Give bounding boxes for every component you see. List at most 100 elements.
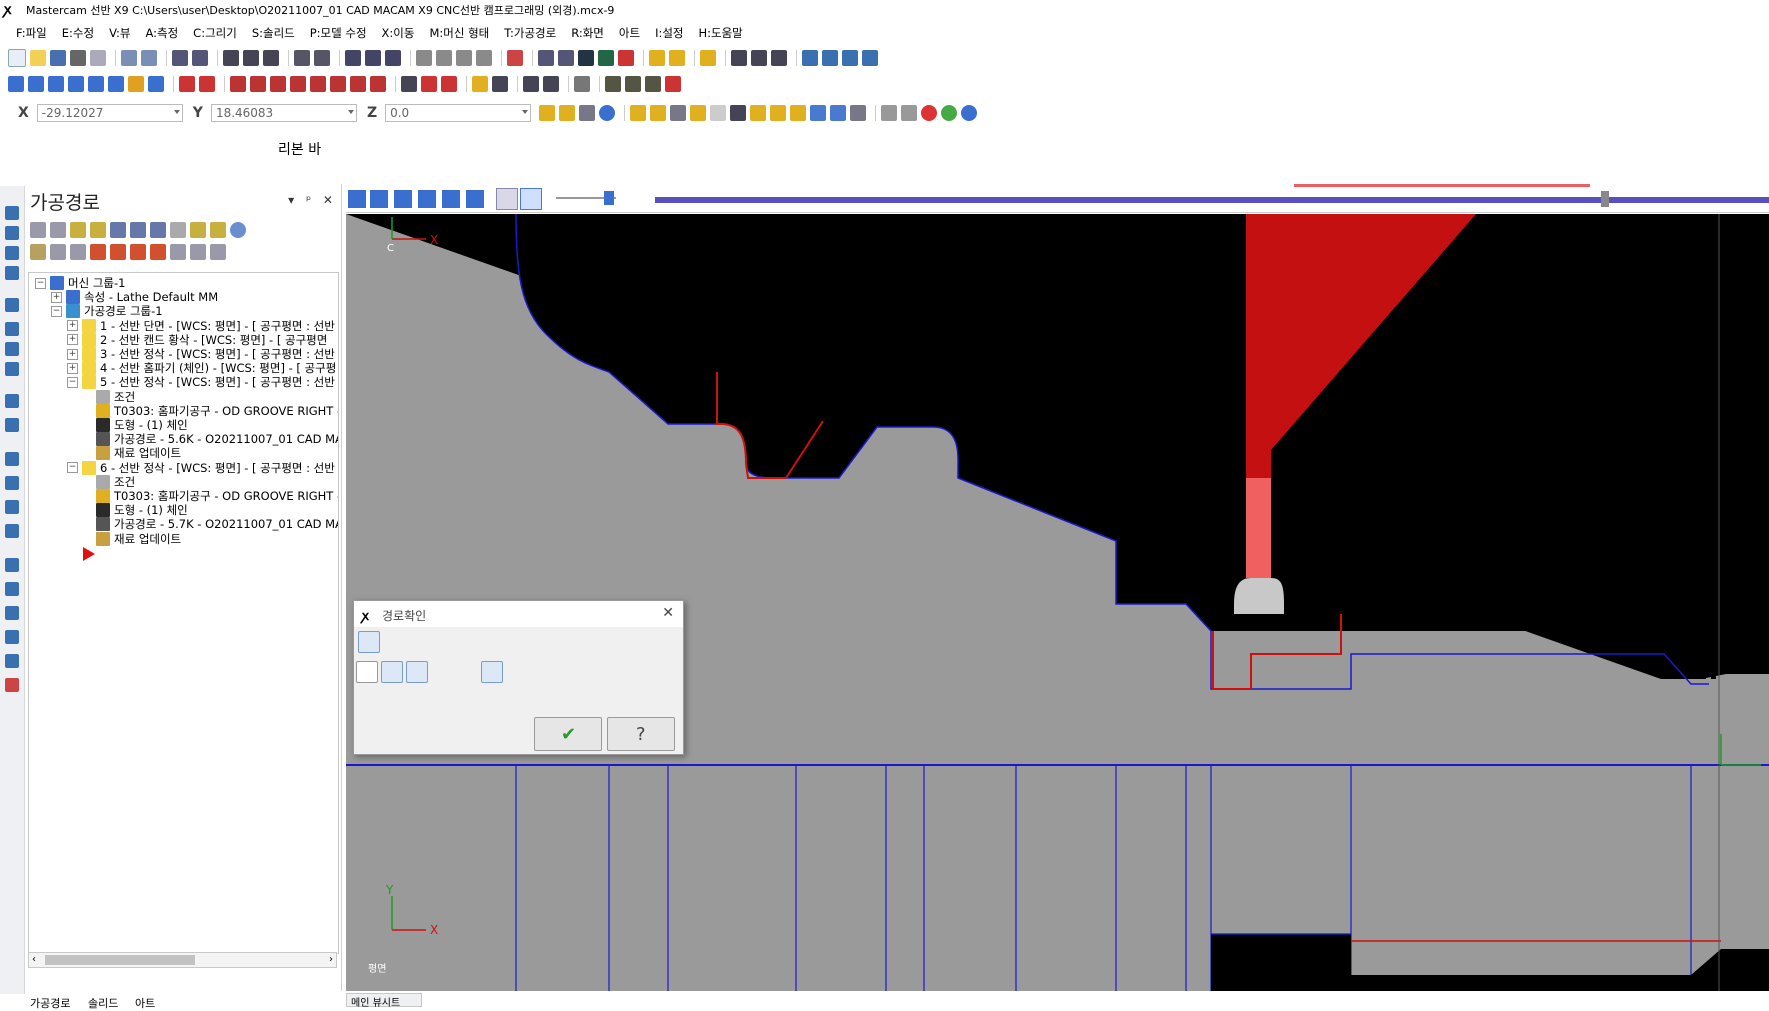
open-file-icon[interactable] <box>30 50 46 66</box>
dynamic-rotate-icon[interactable] <box>365 50 381 66</box>
expand-icon[interactable]: + <box>67 362 78 374</box>
print-icon[interactable] <box>70 50 86 66</box>
menu-xform[interactable]: X:이동 <box>382 25 415 41</box>
edit-5-icon[interactable] <box>310 76 326 92</box>
mirror-icon[interactable] <box>441 76 457 92</box>
edit-8-icon[interactable] <box>370 76 386 92</box>
result-select-icon[interactable] <box>901 105 918 121</box>
verify-icon[interactable] <box>130 222 146 238</box>
lathe-tool-2-icon[interactable] <box>5 226 19 240</box>
edit-3-icon[interactable] <box>270 76 286 92</box>
new-file-icon[interactable] <box>8 49 26 67</box>
collapse-icon[interactable]: − <box>35 277 46 289</box>
highfeed-icon[interactable] <box>190 222 206 238</box>
post-icon[interactable] <box>170 222 186 238</box>
lathe-tool-19-icon[interactable] <box>5 654 19 668</box>
note-icon[interactable] <box>492 76 508 92</box>
array-icon[interactable] <box>421 76 437 92</box>
holder-toggle-icon[interactable] <box>406 661 428 683</box>
quick-verify-icon[interactable] <box>481 661 503 683</box>
backplot-icon[interactable] <box>110 222 126 238</box>
pan-icon[interactable] <box>385 50 401 66</box>
sphere-icon[interactable] <box>558 50 574 66</box>
wireframe-icon[interactable] <box>538 50 554 66</box>
lathe-tool-4-icon[interactable] <box>5 266 19 280</box>
collapse-icon[interactable] <box>210 244 226 260</box>
stop-icon[interactable] <box>370 190 388 208</box>
redo-icon[interactable] <box>141 50 157 66</box>
collapse-icon[interactable]: − <box>67 376 78 388</box>
help-icon[interactable] <box>599 105 616 121</box>
rotate-icon[interactable] <box>345 50 361 66</box>
lathe-tool-7-icon[interactable] <box>5 342 19 356</box>
expand-dialog-icon[interactable] <box>358 631 380 653</box>
delete-ops-icon[interactable] <box>210 222 226 238</box>
tab-solids[interactable]: 솔리드 <box>88 995 118 1011</box>
autocursor-icon[interactable] <box>559 105 576 121</box>
zoom-window-icon[interactable] <box>223 50 239 66</box>
collapse-icon[interactable]: − <box>51 305 62 317</box>
lathe-tool-11-icon[interactable] <box>5 452 19 466</box>
print-preview-icon[interactable] <box>90 50 106 66</box>
select-all-ops-icon[interactable] <box>30 222 46 238</box>
save-icon[interactable] <box>50 50 66 66</box>
tool-toggle-icon[interactable] <box>381 661 403 683</box>
hatch-icon[interactable] <box>574 76 590 92</box>
delete-icon[interactable] <box>199 76 215 92</box>
tree-icon[interactable] <box>771 50 787 66</box>
verify-select-icon[interactable] <box>830 105 847 121</box>
window-select-icon[interactable] <box>690 105 707 121</box>
arc-icon[interactable] <box>88 76 104 92</box>
unzoom-icon[interactable] <box>294 50 310 66</box>
fast-point-icon[interactable] <box>539 105 556 121</box>
edit-2-icon[interactable] <box>250 76 266 92</box>
toolpath-toggle-icon[interactable] <box>356 661 378 683</box>
play-icon[interactable] <box>348 190 366 208</box>
lathe-tool-17-icon[interactable] <box>5 606 19 620</box>
panel-help-icon[interactable] <box>230 222 246 238</box>
translucent-icon[interactable] <box>618 50 634 66</box>
speed-slider-thumb[interactable] <box>604 191 614 205</box>
lathe-tool-8-icon[interactable] <box>5 362 19 376</box>
lathe-tool-14-icon[interactable] <box>5 524 19 538</box>
lathe-tool-10-icon[interactable] <box>5 418 19 432</box>
tree-item[interactable]: 재료 업데이트 <box>83 531 181 547</box>
expand-icon[interactable] <box>190 244 206 260</box>
edit-1-icon[interactable] <box>230 76 246 92</box>
stock-1-icon[interactable] <box>605 76 621 92</box>
menu-toolpaths[interactable]: T:가공경로 <box>504 25 556 41</box>
solid-icon[interactable] <box>128 76 144 92</box>
settings-icon[interactable] <box>802 50 818 66</box>
menu-machine-type[interactable]: M:머신 형태 <box>429 25 489 41</box>
menu-file[interactable]: F:파일 <box>16 25 47 41</box>
panel-controls[interactable]: ▾ ᵖ ✕ <box>288 193 337 207</box>
toolpath-display-icon[interactable] <box>496 188 518 210</box>
lathe-tool-15-icon[interactable] <box>5 558 19 572</box>
edit-6-icon[interactable] <box>330 76 346 92</box>
step-back-icon[interactable] <box>418 190 436 208</box>
lathe-tool-12-icon[interactable] <box>5 476 19 490</box>
menu-view[interactable]: V:뷰 <box>109 25 130 41</box>
tab-art[interactable]: 아트 <box>135 995 155 1011</box>
horizontal-scrollbar[interactable]: ‹ › <box>28 952 337 968</box>
view-iso-icon[interactable] <box>476 50 492 66</box>
menu-screen[interactable]: R:화면 <box>571 25 604 41</box>
expand-icon[interactable]: + <box>67 348 78 360</box>
zoom-out-icon[interactable] <box>314 50 330 66</box>
tool-display-icon[interactable] <box>520 188 542 210</box>
lathe-tool-9-icon[interactable] <box>5 394 19 408</box>
shading-icon[interactable] <box>507 50 523 66</box>
chevron-down-icon[interactable] <box>347 110 354 114</box>
stock-3-icon[interactable] <box>645 76 661 92</box>
dimension-icon[interactable] <box>472 76 488 92</box>
body-select-icon[interactable] <box>810 105 827 121</box>
stock-4-icon[interactable] <box>665 76 681 92</box>
y-coordinate-field[interactable]: 18.46083 <box>210 104 357 122</box>
configuration-icon[interactable] <box>822 50 838 66</box>
info-icon[interactable] <box>519 661 541 683</box>
menu-art[interactable]: 아트 <box>619 25 640 41</box>
rectangle-icon[interactable] <box>68 76 84 92</box>
deselect-ops-icon[interactable] <box>50 222 66 238</box>
scroll-right-icon[interactable]: › <box>329 954 333 965</box>
horizontal-dim-icon[interactable] <box>523 76 539 92</box>
